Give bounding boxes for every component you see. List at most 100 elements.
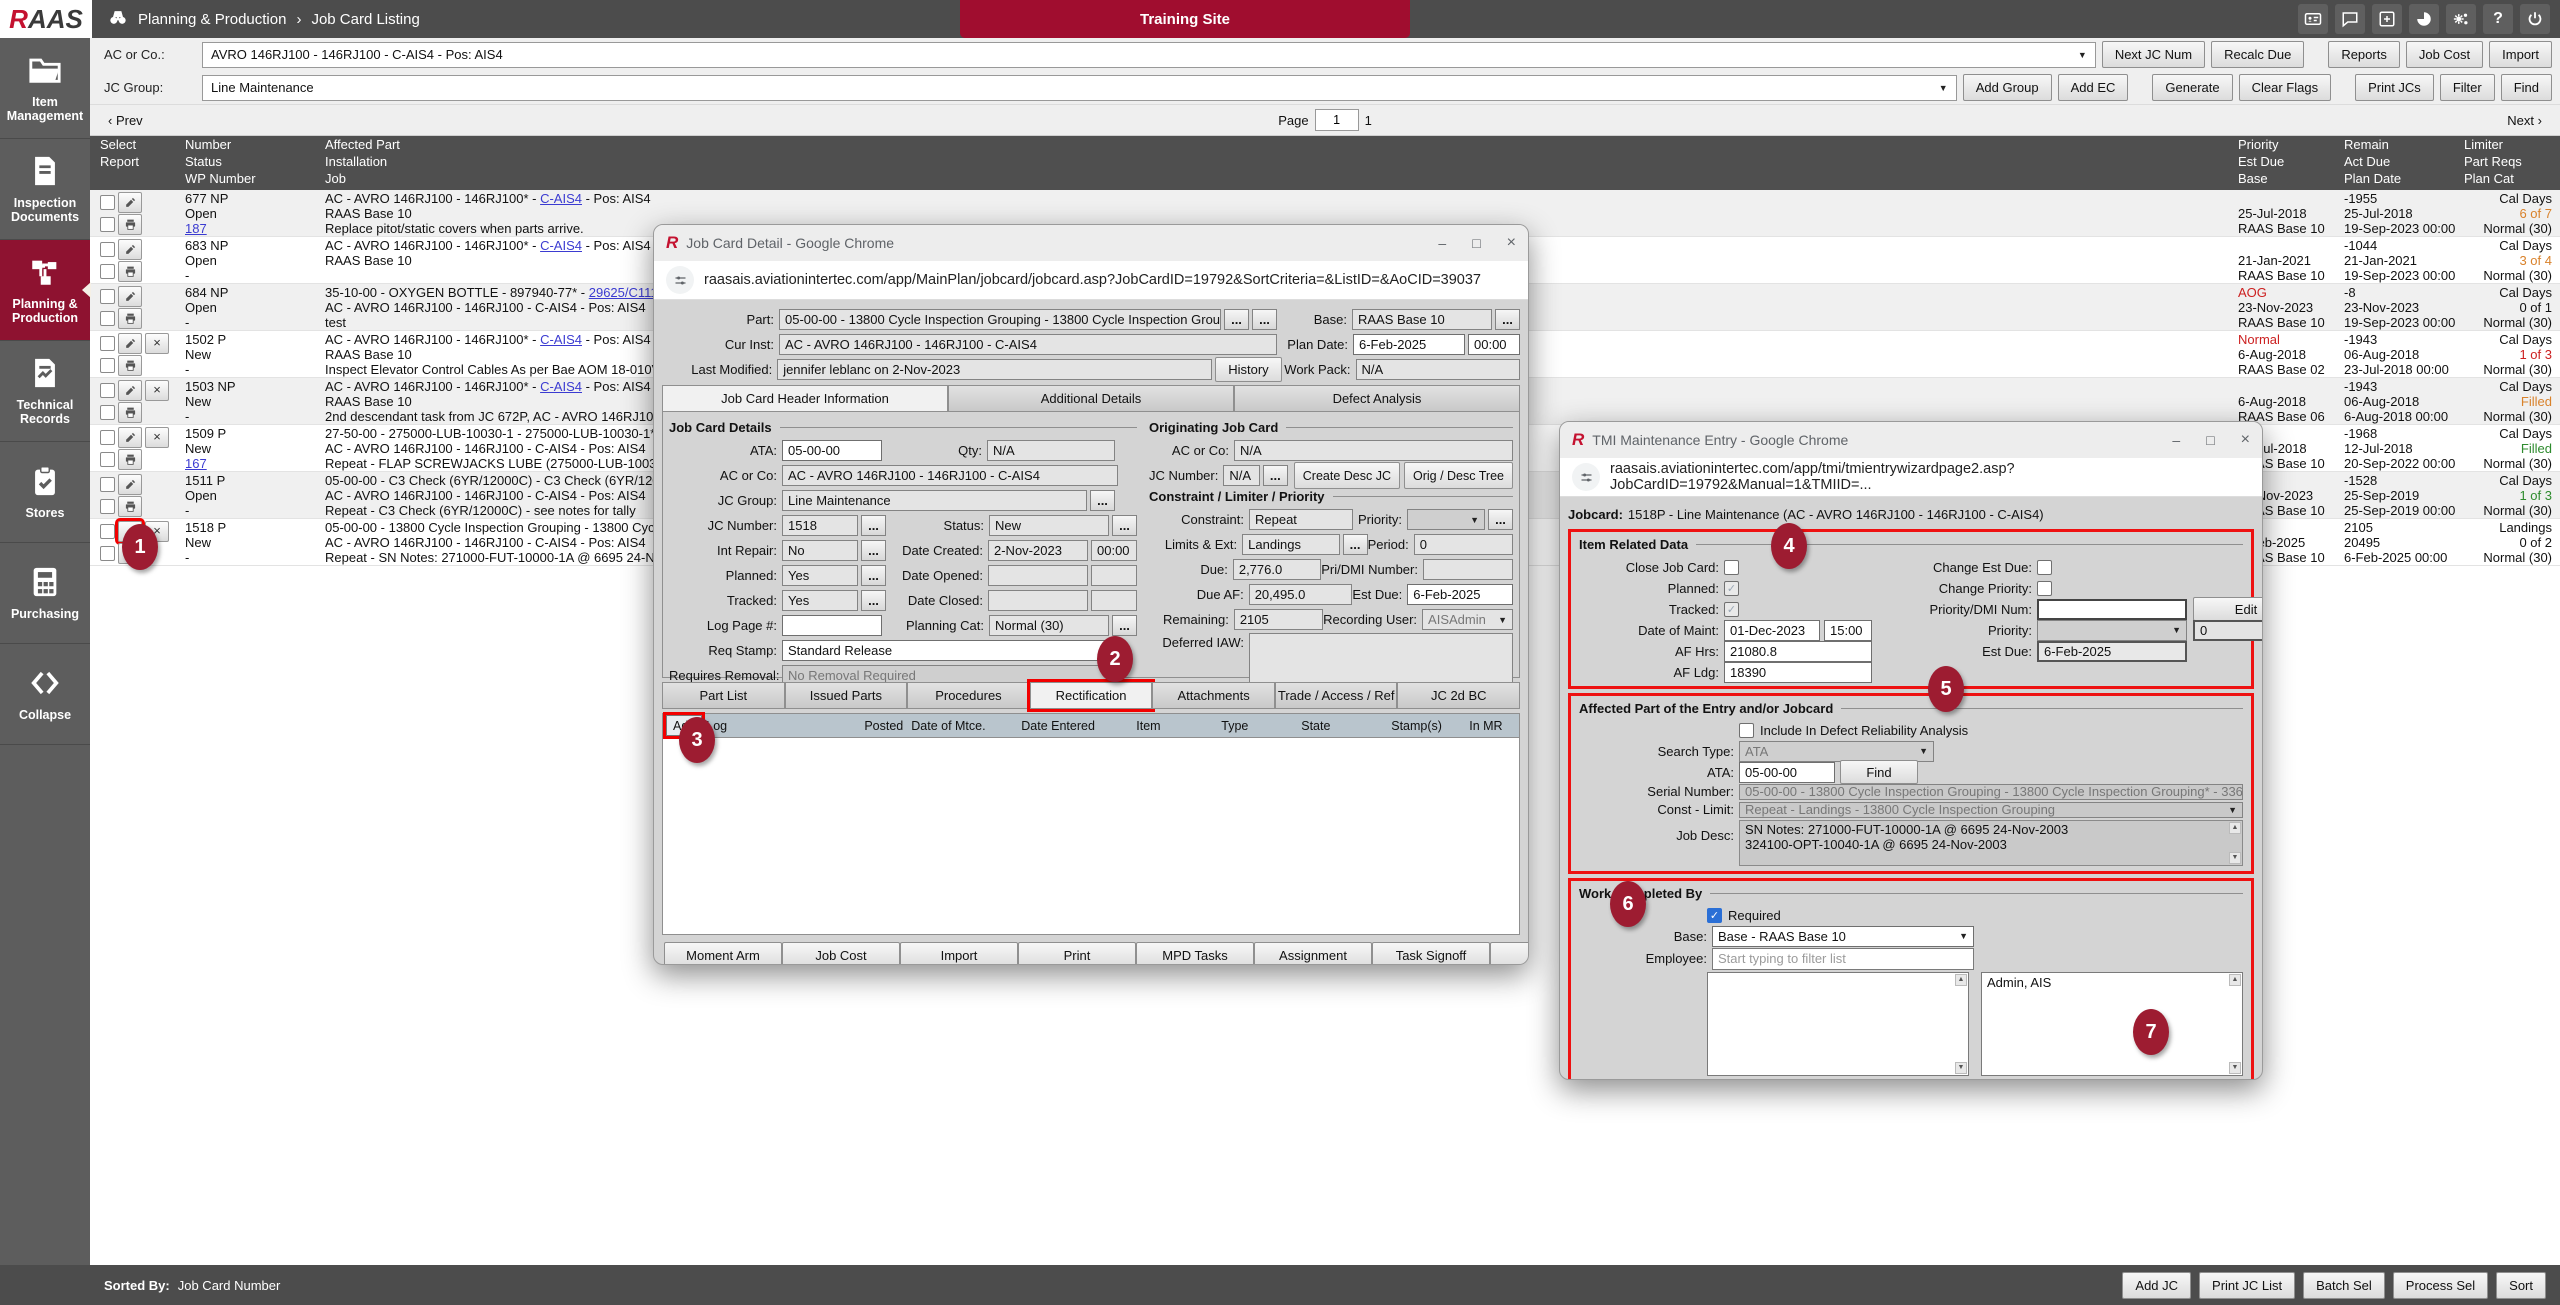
scroll-down-icon[interactable]: ▼	[2229, 1062, 2241, 1074]
window-title-bar[interactable]: R Job Card Detail - Google Chrome – □ ×	[654, 225, 1528, 261]
serial-number-select[interactable]: 05-00-00 - 13800 Cycle Inspection Groupi…	[1739, 784, 2243, 800]
site-permissions-icon[interactable]	[1572, 463, 1600, 491]
report-checkbox[interactable]	[100, 546, 115, 561]
col-priority[interactable]: PriorityEst DueBase	[2230, 136, 2338, 190]
tab-additional-details[interactable]: Additional Details	[948, 385, 1234, 412]
history-button[interactable]: History	[1215, 357, 1281, 382]
print-jc-list-button[interactable]: Print JC List	[2199, 1272, 2295, 1299]
const-limit-select[interactable]: Repeat - Landings - 13800 Cycle Inspecti…	[1739, 802, 2243, 818]
limits-lookup-button[interactable]: ...	[1343, 534, 1368, 555]
rectification-table-body[interactable]	[662, 738, 1520, 935]
af-ldg-input[interactable]: 18390	[1724, 662, 1872, 683]
est-due-input[interactable]: 6-Feb-2025	[1407, 584, 1513, 605]
select-checkbox[interactable]	[100, 477, 115, 492]
site-permissions-icon[interactable]	[666, 266, 694, 294]
edit-button[interactable]: Edit	[2193, 597, 2263, 621]
select-checkbox[interactable]	[100, 524, 115, 539]
date-of-maint-input[interactable]: 01-Dec-2023	[1724, 620, 1820, 641]
employee-filter-input[interactable]	[1712, 948, 1974, 970]
jc-group-lookup-button[interactable]: ...	[1090, 490, 1115, 511]
scroll-up-icon[interactable]: ▲	[1955, 974, 1967, 986]
part-lookup-button[interactable]: ...	[1224, 309, 1249, 330]
close-icon[interactable]: ×	[2241, 431, 2250, 449]
part-lookup2-button[interactable]: ...	[1252, 309, 1277, 330]
log-page-input[interactable]	[782, 615, 882, 636]
next-button[interactable]: Next ›	[2507, 113, 2542, 128]
print-jcs-button[interactable]: Print JCs	[2355, 74, 2434, 101]
recording-user-select[interactable]: AISAdmin▼	[1422, 609, 1513, 630]
tracked-lookup-button[interactable]: ...	[861, 590, 886, 611]
wp-number[interactable]: 187	[185, 221, 325, 236]
settings-gears-icon[interactable]	[2446, 4, 2476, 34]
job-cost-button[interactable]: Job Cost	[2406, 41, 2483, 68]
subtab-procedures[interactable]: Procedures	[907, 682, 1030, 709]
raas-logo[interactable]: RAAS	[0, 0, 92, 38]
col-affected-part[interactable]: Affected PartInstallationJob	[325, 136, 2230, 190]
import-button[interactable]: Import	[2489, 41, 2552, 68]
id-card-icon[interactable]	[2298, 4, 2328, 34]
create-desc-jc-button[interactable]: Create Desc JC	[1294, 462, 1400, 489]
report-checkbox[interactable]	[100, 311, 115, 326]
subtab-issued-parts[interactable]: Issued Parts	[785, 682, 908, 709]
employee-available-listbox[interactable]: ▲ ▼	[1707, 972, 1969, 1076]
close-icon[interactable]: ×	[1507, 234, 1516, 252]
planned-lookup-button[interactable]: ...	[861, 565, 886, 586]
int-repair-lookup-button[interactable]: ...	[861, 540, 886, 561]
scroll-up-icon[interactable]: ▲	[2229, 974, 2241, 986]
close-job-card-checkbox[interactable]	[1724, 560, 1739, 575]
chat-icon[interactable]	[2335, 4, 2365, 34]
maximize-icon[interactable]: □	[2206, 432, 2214, 448]
edit-pencil-icon[interactable]	[118, 286, 142, 307]
filter-button[interactable]: Filter	[2440, 74, 2495, 101]
edit-pencil-icon[interactable]	[118, 380, 142, 401]
col-limiter[interactable]: LimiterPart ReqsPlan Cat	[2460, 136, 2560, 190]
report-checkbox[interactable]	[100, 452, 115, 467]
delete-x-icon[interactable]: ×	[145, 333, 169, 354]
job-desc-textarea[interactable]: SN Notes: 271000-FUT-10000-1A @ 6695 24-…	[1739, 820, 2243, 866]
change-priority-checkbox[interactable]	[2037, 581, 2052, 596]
power-icon[interactable]	[2520, 4, 2550, 34]
print-icon[interactable]	[118, 496, 142, 517]
job-cost-button[interactable]: Job Cost	[782, 942, 900, 965]
sidebar-item-purchasing[interactable]: Purchasing	[0, 543, 90, 644]
add-jc-button[interactable]: Add JC	[2122, 1272, 2191, 1299]
wp-number[interactable]: 167	[185, 456, 325, 471]
tab-defect-analysis[interactable]: Defect Analysis	[1234, 385, 1520, 412]
print-button[interactable]: Print	[1018, 942, 1136, 965]
scroll-down-icon[interactable]: ▼	[2229, 852, 2241, 864]
ac-or-co-select[interactable]: AVRO 146RJ100 - 146RJ100 - C-AIS4 - Pos:…	[202, 42, 2096, 68]
add-ec-button[interactable]: Add EC	[2058, 74, 2129, 101]
import-button[interactable]: Import	[900, 942, 1018, 965]
print-icon[interactable]	[118, 261, 142, 282]
task-signoff-button[interactable]: Task Signoff	[1372, 942, 1490, 965]
sidebar-item-item-management[interactable]: Item Management	[0, 38, 90, 139]
affected-part-link[interactable]: C-AIS4	[540, 379, 582, 394]
select-checkbox[interactable]	[100, 289, 115, 304]
breadcrumb-section[interactable]: Planning & Production	[138, 11, 286, 28]
print-icon[interactable]	[118, 308, 142, 329]
delete-x-icon[interactable]: ×	[145, 427, 169, 448]
scroll-up-icon[interactable]: ▲	[2229, 822, 2241, 834]
plan-date-input[interactable]: 6-Feb-2025	[1353, 334, 1465, 355]
col-remain[interactable]: RemainAct DuePlan Date	[2338, 136, 2460, 190]
sidebar-item-stores[interactable]: Stores	[0, 442, 90, 543]
subtab-trade-access-ref[interactable]: Trade / Access / Ref	[1275, 682, 1398, 709]
ata-input[interactable]: 05-00-00	[782, 440, 882, 461]
sidebar-item-collapse[interactable]: Collapse	[0, 644, 90, 745]
subtab-attachments[interactable]: Attachments	[1152, 682, 1275, 709]
url-bar[interactable]: raasais.aviationintertec.com/app/tmi/tmi…	[1560, 458, 2262, 497]
minimize-icon[interactable]: –	[2172, 432, 2180, 448]
edit-pencil-icon[interactable]	[118, 192, 142, 213]
select-checkbox[interactable]	[100, 383, 115, 398]
generate-button[interactable]: Generate	[2152, 74, 2232, 101]
delete-x-icon[interactable]: ×	[145, 380, 169, 401]
mpd-tasks-button[interactable]: MPD Tasks	[1136, 942, 1254, 965]
orig-jc-lookup-button[interactable]: ...	[1263, 465, 1288, 486]
batch-sel-button[interactable]: Batch Sel	[2303, 1272, 2385, 1299]
subtab-jc-2d-bc[interactable]: JC 2d BC	[1397, 682, 1520, 709]
prev-button[interactable]: ‹ Prev	[108, 113, 143, 128]
find-button[interactable]: Find	[1840, 760, 1918, 784]
edit-pencil-icon[interactable]	[118, 427, 142, 448]
select-checkbox[interactable]	[100, 195, 115, 210]
help-icon[interactable]: ?	[2483, 4, 2513, 34]
